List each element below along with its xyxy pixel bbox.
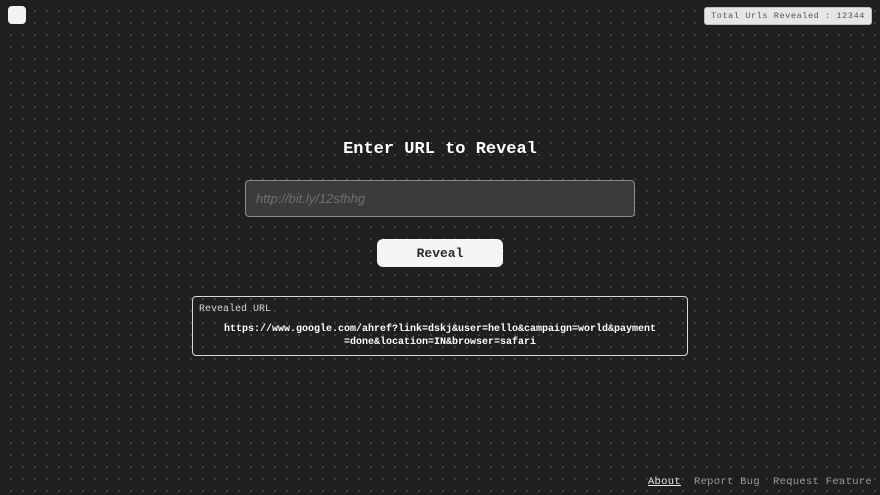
footer-link-about[interactable]: About <box>648 475 681 489</box>
revealed-url-panel: Revealed URL https://www.google.com/ahre… <box>192 296 688 356</box>
footer-link-report-bug[interactable]: Report Bug <box>694 475 760 489</box>
url-input[interactable] <box>245 180 635 217</box>
menu-button[interactable] <box>8 6 26 24</box>
reveal-button[interactable]: Reveal <box>377 239 503 267</box>
page-title: Enter URL to Reveal <box>343 140 537 159</box>
footer-links: About Report Bug Request Feature <box>648 475 872 489</box>
revealed-url-text: https://www.google.com/ahref?link=dskj&u… <box>223 324 657 348</box>
footer-link-request-feature[interactable]: Request Feature <box>773 475 872 489</box>
revealed-url-label: Revealed URL <box>199 304 272 315</box>
total-urls-revealed-badge: Total Urls Revealed : 12344 <box>704 7 872 25</box>
